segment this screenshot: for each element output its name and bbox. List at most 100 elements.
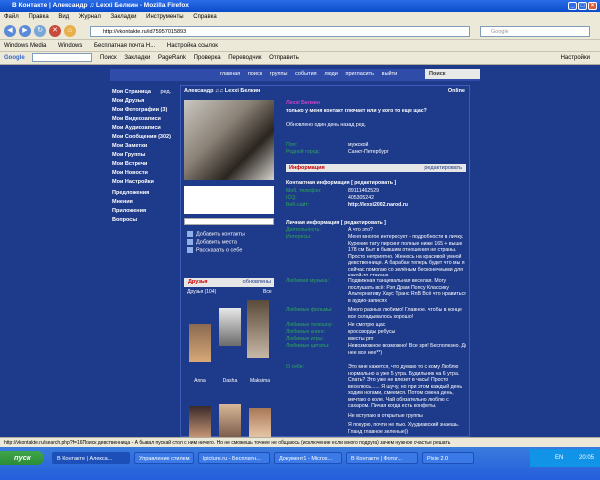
bookmark-item[interactable]: Настройка ссылок xyxy=(167,43,218,49)
leftnav-audio[interactable]: Мои Аудиозаписи xyxy=(112,125,172,132)
friend-name[interactable]: Maksima xyxy=(247,378,273,384)
bookmark-item[interactable]: Бесплатная почта H... xyxy=(94,43,155,49)
forward-icon[interactable]: ▶ xyxy=(19,25,31,37)
friends-all-link[interactable]: Все xyxy=(263,289,272,295)
friend-photo[interactable] xyxy=(189,406,211,437)
leftnav-news[interactable]: Мои Новости xyxy=(112,170,172,177)
topnav-people[interactable]: люди xyxy=(324,71,338,77)
topnav-search[interactable]: поиск xyxy=(248,71,262,77)
friend-photo[interactable] xyxy=(247,300,269,358)
taskbar-item[interactable]: Документ1 - Micros... xyxy=(274,452,342,464)
reload-icon[interactable]: ↻ xyxy=(34,25,46,37)
back-icon[interactable]: ◀ xyxy=(4,25,16,37)
bookmark-item[interactable]: Windows xyxy=(58,43,82,49)
profile-blank-box xyxy=(184,186,274,214)
system-tray: EN 20:05 xyxy=(530,449,600,467)
personal-row: Любимые цитаты: Невозможное возможно! Все… xyxy=(286,343,466,356)
leftnav-photos[interactable]: Мои Фотографии (3) xyxy=(112,107,172,114)
translate-button[interactable]: Переводчик xyxy=(228,55,261,61)
window-title-bar: В Контакте | Александр ♫ Lexxi Белкин - … xyxy=(0,0,600,12)
google-toolbar: Google Поиск Закладки PageRank Проверка … xyxy=(0,52,600,65)
close-button[interactable]: × xyxy=(588,2,597,10)
start-button[interactable]: пуск xyxy=(0,451,44,465)
leftnav-offers[interactable]: Предложения xyxy=(112,190,172,197)
friend-name[interactable]: Dasha xyxy=(217,378,243,384)
edit-link[interactable]: ред. xyxy=(160,89,171,95)
menu-tools[interactable]: Инструменты xyxy=(146,14,183,20)
personal-row: Любимая музыка: Подвижная танцевальная ве… xyxy=(286,278,466,304)
bookmark-item[interactable]: Windows Media xyxy=(4,43,46,49)
menu-edit[interactable]: Правка xyxy=(28,14,48,20)
leftnav-notes[interactable]: Мои Заметки xyxy=(112,143,172,150)
taskbar: пуск В Контакте | Алекса... Управление с… xyxy=(0,447,600,480)
status-author: Лexxi Белкин xyxy=(286,100,321,106)
topnav-events[interactable]: события xyxy=(295,71,317,77)
page-content: главная поиск группы события люди пригла… xyxy=(0,65,600,437)
personal-edit-link[interactable]: [ редактировать ] xyxy=(341,220,386,226)
send-button[interactable]: Отправить xyxy=(269,55,299,61)
friend-photo[interactable] xyxy=(249,408,271,437)
friends-count[interactable]: Друзья (104) xyxy=(187,289,216,295)
menu-bookmarks[interactable]: Закладки xyxy=(111,14,137,20)
stop-icon[interactable]: ✕ xyxy=(49,25,61,37)
minimize-button[interactable]: _ xyxy=(568,2,577,10)
about-icon xyxy=(187,247,193,253)
leftnav-messages[interactable]: Мои Сообщения (302) xyxy=(112,134,172,141)
menu-bar: Файл Правка Вид Журнал Закладки Инструме… xyxy=(0,12,600,22)
leftnav-my-page[interactable]: Моя Страница ред. xyxy=(112,89,172,96)
taskbar-item[interactable]: lpicture.ru - Бесплатн... xyxy=(198,452,270,464)
taskbar-item[interactable]: Управление стилем xyxy=(134,452,194,464)
personal-row: О себе: Это мне кажется, что думаю то с к… xyxy=(286,364,463,409)
menu-help[interactable]: Справка xyxy=(193,14,217,20)
browser-status-bar: http://vkontakte.ru/search.php?f=16Поиск… xyxy=(0,437,600,447)
leftnav-settings[interactable]: Мои Настройки xyxy=(112,179,172,186)
bookmarks-bar: Windows Media Windows Бесплатная почта H… xyxy=(0,40,600,52)
check-button[interactable]: Проверка xyxy=(194,55,221,61)
google-bookmarks-button[interactable]: Закладки xyxy=(124,55,150,61)
nav-toolbar: ◀ ▶ ↻ ✕ ⌂ http://vkontakte.ru/id75957015… xyxy=(0,22,600,40)
contacts-icon xyxy=(187,231,193,237)
address-bar[interactable]: http://vkontakte.ru/id75957015893 xyxy=(90,26,470,37)
language-indicator[interactable]: EN xyxy=(555,455,563,461)
tell-about-link[interactable]: Рассказать о себе xyxy=(187,247,242,253)
pagerank-badge: PageRank xyxy=(157,55,186,61)
website-link[interactable]: http://lexxi2002.narod.ru xyxy=(348,202,468,209)
info-section-header: Информация редактировать xyxy=(286,164,466,172)
home-icon[interactable]: ⌂ xyxy=(64,25,76,37)
friend-name[interactable]: Anna xyxy=(187,378,213,384)
taskbar-item[interactable]: Pixie 2.0 xyxy=(422,452,474,464)
window-title: В Контакте | Александр ♫ Lexxi Белкин - … xyxy=(12,2,189,9)
menu-file[interactable]: Файл xyxy=(4,14,19,20)
site-search-input[interactable]: Поиск xyxy=(425,69,480,79)
leftnav-friends[interactable]: Мои Друзья xyxy=(112,98,172,105)
maximize-button[interactable]: □ xyxy=(578,2,587,10)
friend-photo[interactable] xyxy=(219,308,241,346)
menu-view[interactable]: Вид xyxy=(58,14,69,20)
leftnav-videos[interactable]: Мои Видеозаписи xyxy=(112,116,172,123)
taskbar-item[interactable]: В Контакте | Алекса... xyxy=(52,452,130,464)
add-places-link[interactable]: Добавить места xyxy=(187,239,237,245)
friend-photo[interactable] xyxy=(219,404,241,437)
settings-button[interactable]: Настройки xyxy=(561,52,590,65)
contacts-header: Контактная информация [ редактировать ] xyxy=(286,180,397,186)
profile-panel: Александр ♫♫ Lexxi Белкин Online Добавит… xyxy=(180,85,470,437)
google-search-button[interactable]: Поиск xyxy=(100,55,117,61)
menu-history[interactable]: Журнал xyxy=(79,14,101,20)
add-contacts-link[interactable]: Добавить контакты xyxy=(187,231,245,237)
search-input[interactable]: Google xyxy=(480,26,590,37)
topnav-logout[interactable]: выйти xyxy=(382,71,398,77)
topnav-home[interactable]: главная xyxy=(220,71,240,77)
google-search-input[interactable] xyxy=(32,52,93,62)
friend-photo[interactable] xyxy=(189,324,211,362)
topnav-invite[interactable]: пригласить xyxy=(346,71,374,77)
leftnav-apps[interactable]: Приложения xyxy=(112,208,172,215)
taskbar-item[interactable]: В Контакте | Фотог... xyxy=(346,452,418,464)
info-edit-link[interactable]: редактировать xyxy=(424,164,462,172)
contacts-edit-link[interactable]: [ редактировать ] xyxy=(351,180,396,186)
leftnav-questions[interactable]: Вопросы xyxy=(112,217,172,224)
leftnav-opinions[interactable]: Мнения xyxy=(112,199,172,206)
leftnav-events[interactable]: Мои Встречи xyxy=(112,161,172,168)
topnav-groups[interactable]: группы xyxy=(270,71,288,77)
leftnav-groups[interactable]: Мои Группы xyxy=(112,152,172,159)
profile-photo[interactable] xyxy=(184,100,274,180)
